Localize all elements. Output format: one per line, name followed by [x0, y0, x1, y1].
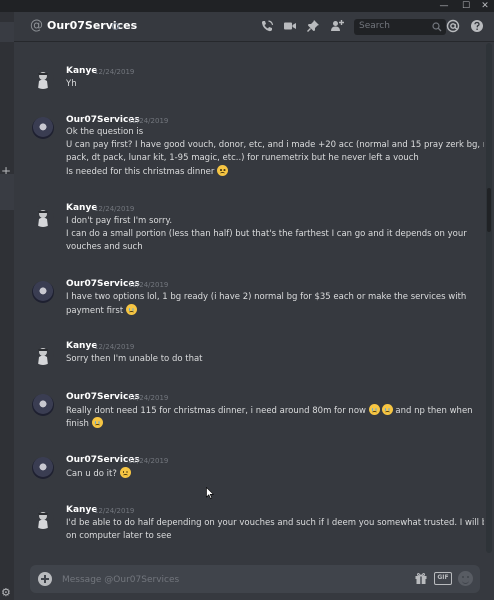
- sidebar-edge: + ⚙: [0, 12, 14, 600]
- avatar[interactable]: [32, 343, 54, 365]
- timestamp: 12/24/2019: [94, 205, 135, 213]
- message-text: I have two options lol, 1 bg ready (i ha…: [66, 292, 467, 302]
- call-icon[interactable]: [260, 19, 274, 33]
- worried-emoji-icon: [217, 165, 229, 176]
- message-text-fragment: payment first: [66, 306, 124, 316]
- help-icon[interactable]: [470, 19, 484, 33]
- crying-emoji-icon: [368, 404, 380, 415]
- message-text: Sorry then I'm unable to do that: [66, 354, 203, 364]
- timestamp: 12/24/2019: [94, 507, 135, 515]
- username[interactable]: Kanye: [66, 505, 97, 515]
- timestamp: 12/24/2019: [128, 457, 169, 465]
- avatar[interactable]: [32, 67, 54, 89]
- search-icon: [432, 22, 442, 32]
- avatar[interactable]: [32, 507, 54, 529]
- crying-emoji-icon: [125, 304, 137, 315]
- timestamp: 12/24/2019: [128, 394, 169, 402]
- avatar[interactable]: [32, 457, 54, 479]
- timestamp: 12/24/2019: [94, 343, 135, 351]
- message-text: U can pay first? I have good vouch, dono…: [66, 140, 484, 150]
- scrollbar-thumb[interactable]: [487, 188, 491, 232]
- channel-name: Our07Services: [47, 19, 138, 32]
- crying-emoji-icon: [381, 404, 393, 415]
- avatar[interactable]: [32, 205, 54, 227]
- search-box[interactable]: Search: [354, 19, 446, 35]
- message-text-fragment: Can u do it?: [66, 469, 117, 479]
- minimize-button[interactable]: —: [437, 0, 451, 12]
- message-text: Is needed for this christmas dinner: [66, 165, 229, 178]
- gift-icon[interactable]: [414, 571, 428, 585]
- message-text-fragment: Really dont need 115 for christmas dinne…: [66, 406, 366, 416]
- avatar[interactable]: [32, 394, 54, 416]
- username[interactable]: Kanye: [66, 203, 97, 213]
- settings-icon[interactable]: ⚙: [1, 586, 11, 599]
- timestamp: 12/24/2019: [94, 68, 135, 76]
- timestamp: 12/24/2019: [128, 117, 169, 125]
- message-text: finish: [66, 417, 103, 430]
- message-text: I can do a small portion (less than half…: [66, 229, 467, 239]
- message-text: I don't pay first I'm sorry.: [66, 216, 173, 226]
- avatar[interactable]: [32, 117, 54, 139]
- pin-icon[interactable]: [306, 19, 320, 33]
- message-text: Really dont need 115 for christmas dinne…: [66, 404, 473, 417]
- message-text-fragment: Is needed for this christmas dinner: [66, 167, 215, 177]
- title-bar: — ☐ ✕: [0, 0, 494, 12]
- message-text: payment first: [66, 304, 137, 317]
- mention-icon[interactable]: [446, 19, 460, 33]
- gif-button[interactable]: GIF: [434, 572, 452, 585]
- scrollbar-track[interactable]: [486, 43, 492, 553]
- emoji-picker-icon[interactable]: [458, 571, 473, 586]
- message-input[interactable]: [62, 573, 402, 587]
- discord-window: — ☐ ✕ + ⚙ @ Our07Services Search Kanye 1…: [0, 0, 494, 600]
- search-placeholder: Search: [359, 21, 390, 31]
- message-text: I'd be able to do half depending on your…: [66, 518, 484, 528]
- video-icon[interactable]: [283, 19, 297, 33]
- timestamp: 12/24/2019: [128, 281, 169, 289]
- message-text: vouches and such: [66, 242, 143, 252]
- channel-header: @ Our07Services Search: [14, 12, 494, 42]
- message-text-fragment: finish: [66, 419, 89, 429]
- message-text-fragment: and np then when: [395, 406, 473, 416]
- add-user-icon[interactable]: [330, 19, 344, 33]
- message-text: pack, dt pack, lunar kit, 1-95 magic, et…: [66, 153, 419, 163]
- message-text: Can u do it?: [66, 467, 131, 480]
- username[interactable]: Kanye: [66, 66, 97, 76]
- message-text: on computer later to see: [66, 531, 172, 541]
- crying-emoji-icon: [91, 417, 103, 428]
- message-list: Kanye 12/24/2019 Yh Our07Services 12/24/…: [14, 43, 484, 553]
- sidebar-selected-item[interactable]: [0, 22, 14, 42]
- close-button[interactable]: ✕: [478, 0, 492, 12]
- message-text: Yh: [66, 79, 77, 89]
- avatar[interactable]: [32, 281, 54, 303]
- sidebar-hover-item[interactable]: [0, 174, 14, 210]
- status-indicator: [112, 23, 119, 30]
- username[interactable]: Kanye: [66, 341, 97, 351]
- maximize-button[interactable]: ☐: [459, 0, 473, 12]
- at-icon: @: [30, 18, 43, 33]
- grimace-emoji-icon: [119, 467, 131, 478]
- message-text: Ok the question is: [66, 127, 144, 137]
- mouse-cursor-icon: [206, 487, 214, 499]
- message-composer: GIF: [30, 565, 480, 593]
- upload-plus-icon[interactable]: [38, 572, 52, 586]
